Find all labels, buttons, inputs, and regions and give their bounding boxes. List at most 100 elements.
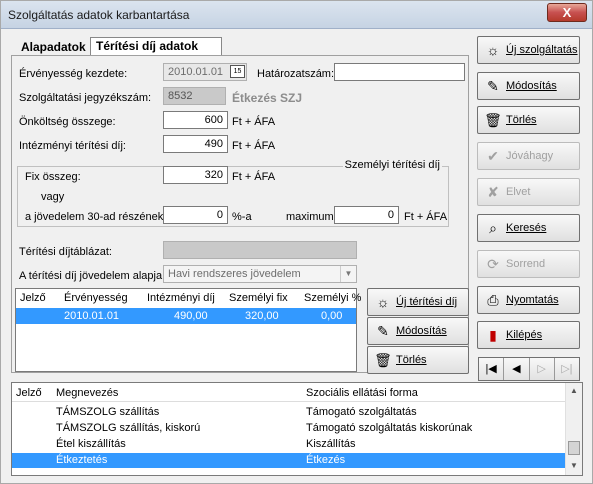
exit-button[interactable]: ▮ Kilépés [477,321,580,349]
trash-icon: 🗑 [484,111,502,128]
nav-next-button[interactable]: ▷ [529,358,555,380]
jegyzekszam-name: Étkezés SZJ [232,91,303,105]
col-szemelyi-fix[interactable]: Személyi fix [229,292,288,304]
tab-teritesi-dij-adatok[interactable]: Térítési díj adatok [90,37,222,55]
col-jelzo[interactable]: Jelző [16,387,42,399]
hatarozat-field[interactable] [334,63,465,81]
list-nev: Étkeztetés [56,454,108,466]
delete-label: Törlés [506,114,537,126]
sun-doc-icon: ☼ [486,42,500,58]
modify-fee-button[interactable]: ✎ Módosítás [367,317,469,345]
fix-field[interactable]: 320 [163,166,228,184]
ervenyesseg-value: 2010.01.01 [168,66,224,78]
calendar-icon[interactable]: 15 [230,65,245,78]
delete-fee-button[interactable]: 🗑 Törlés [367,346,469,374]
search-card-icon: ⌕ [489,219,497,236]
cell-szemelyi-fix: 320,00 [245,310,279,322]
exit-door-icon: ▮ [489,326,497,343]
discard-button[interactable]: ✘ Elvet [477,178,580,206]
edit-doc-icon: ✎ [377,322,389,339]
vagy-label: vagy [41,191,65,203]
tab-alapadatok[interactable]: Alapadatok [15,37,92,57]
cell-szemelyi-pct: 0,00 [321,310,343,322]
main-window: Szolgáltatás adatok karbantartása X Alap… [0,0,593,484]
modify-button[interactable]: ✎ Módosítás [477,72,580,100]
approve-label: Jóváhagy [506,150,554,162]
window-title: Szolgáltatás adatok karbantartása [8,8,190,22]
maximum-label: maximum: [286,211,337,223]
nav-first-button[interactable]: |◀ [479,358,505,380]
onkoltseg-unit: Ft + ÁFA [232,116,276,128]
col-intezmenyi-dij[interactable]: Intézményi díj [147,292,215,304]
fee-grid[interactable]: Jelző Érvényesség Intézményi díj Személy… [15,288,361,372]
dijtablazat-field[interactable] [163,241,357,259]
col-forma[interactable]: Szociális ellátási forma [306,387,418,399]
delete-fee-label: Törlés [396,354,427,366]
list-nev: Étel kiszállítás [56,438,126,450]
list-nev: TÁMSZOLG szállítás, kiskorú [56,422,201,434]
fix-unit: Ft + ÁFA [232,171,276,183]
jovedelem-label: a jövedelem 30-ad részének: [25,211,167,223]
record-navigator: |◀ ◀ ▷ ▷| [478,357,580,381]
list-item-selected[interactable]: Étkeztetés Étkezés [12,453,565,468]
nav-last-button[interactable]: ▷| [554,358,579,380]
onkoltseg-field[interactable]: 600 [163,111,228,129]
delete-button[interactable]: 🗑 Törlés [477,106,580,134]
col-ervenyesseg[interactable]: Érvényesség [64,292,128,304]
close-button[interactable]: X [547,3,587,22]
new-fee-button[interactable]: ☼ Új térítési díj [367,288,469,316]
scroll-down-icon[interactable]: ▼ [566,458,582,474]
modify-label: Módosítás [506,80,557,92]
scroll-up-icon[interactable]: ▲ [566,383,582,399]
intezmenyi-label: Intézményi térítési díj: [19,140,126,152]
table-row[interactable]: 2010.01.01 490,00 320,00 0,00 [16,308,356,324]
exit-label: Kilépés [506,329,543,341]
search-button[interactable]: ⌕ Keresés [477,214,580,242]
edit-doc-icon: ✎ [487,77,499,94]
group-title: Személyi térítési díj [342,159,442,171]
list-forma: Támogató szolgáltatás [306,406,417,418]
col-megnevezes[interactable]: Megnevezés [56,387,118,399]
nav-prev-button[interactable]: ◀ [504,358,530,380]
print-button[interactable]: ⎙ Nyomtatás [477,286,580,314]
order-label: Sorrend [506,258,546,270]
scroll-thumb[interactable] [568,441,580,455]
hatarozat-label: Határozatszám: [257,68,335,80]
jegyzekszam-label: Szolgáltatási jegyzékszám: [19,92,152,104]
printer-icon: ⎙ [487,291,499,308]
maximum-field[interactable]: 0 [334,206,399,224]
order-button[interactable]: ⟳ Sorrend [477,250,580,278]
list-item[interactable]: Étel kiszállítás Kiszállítás [12,437,565,452]
ervenyesseg-label: Érvényesség kezdete: [19,68,128,80]
list-item[interactable]: TÁMSZOLG szállítás Támogató szolgáltatás [12,405,565,420]
alap-select[interactable]: Havi rendszeres jövedelem ▼ [163,265,357,283]
maximum-unit: Ft + ÁFA [404,211,448,223]
col-jelzo[interactable]: Jelző [20,292,46,304]
list-scrollbar[interactable]: ▲ ▼ [565,383,582,475]
jegyzekszam-field[interactable]: 8532 [163,87,226,105]
intezmenyi-unit: Ft + ÁFA [232,140,276,152]
intezmenyi-field[interactable]: 490 [163,135,228,153]
x-mark-icon: ✘ [487,183,499,200]
alap-value: Havi rendszeres jövedelem [168,268,301,280]
trash-icon: 🗑 [374,351,392,368]
chevron-down-icon[interactable]: ▼ [340,266,356,282]
dijtablazat-label: Térítési díjtáblázat: [19,246,112,258]
onkoltseg-label: Önköltség összege: [19,116,116,128]
fix-label: Fix összeg: [25,171,81,183]
fee-grid-header: Jelző Érvényesség Intézményi díj Személy… [16,289,361,307]
modify-fee-label: Módosítás [396,325,447,337]
col-szemelyi-pct[interactable]: Személyi % [304,292,361,304]
list-nev: TÁMSZOLG szállítás [56,406,160,418]
new-service-label: Új szolgáltatás [506,44,578,56]
list-forma: Kiszállítás [306,438,356,450]
list-item[interactable]: TÁMSZOLG szállítás, kiskorú Támogató szo… [12,421,565,436]
new-service-button[interactable]: ☼ Új szolgáltatás [477,36,580,64]
approve-button[interactable]: ✔ Jóváhagy [477,142,580,170]
cell-intezmenyi: 490,00 [174,310,208,322]
service-list-grid[interactable]: Jelző Megnevezés Szociális ellátási form… [11,382,583,476]
new-fee-label: Új térítési díj [396,296,458,308]
jovedelem-field[interactable]: 0 [163,206,228,224]
checkmark-icon: ✔ [487,147,499,164]
list-header: Jelző Megnevezés Szociális ellátási form… [12,383,565,402]
